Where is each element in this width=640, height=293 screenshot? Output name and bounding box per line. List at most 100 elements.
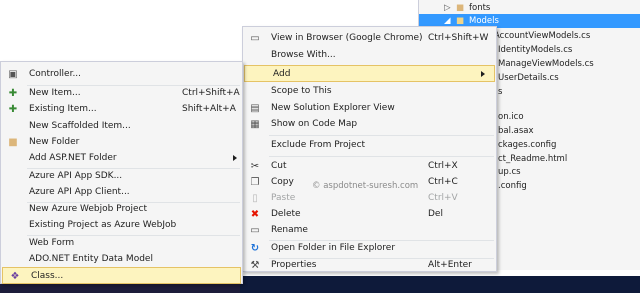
copy-icon: ❐ <box>250 177 260 188</box>
folder-icon: ■ <box>8 137 18 148</box>
menu-item-label: New Folder <box>29 137 80 147</box>
explorer-row-label: up.cs <box>498 167 521 177</box>
menu-item-paste[interactable]: ▯ Paste Ctrl+V <box>243 190 496 207</box>
menu-item-label: Controller... <box>29 69 82 79</box>
menu-separator <box>269 135 494 136</box>
menu-item-label: Existing Project as Azure WebJob <box>29 220 177 230</box>
menu-item-scope-to-this[interactable]: Scope to This <box>243 83 496 100</box>
submenu-item-new-item[interactable]: ✚ New Item... Ctrl+Shift+A <box>1 85 242 102</box>
explorer-row-label: ManageViewModels.cs <box>498 59 594 69</box>
menu-item-add[interactable]: Add <box>244 65 495 82</box>
menu-item-label: Existing Item... <box>29 104 97 114</box>
menu-item-shortcut: Del <box>428 209 443 219</box>
explorer-row-label: UserDetails.cs <box>498 73 559 83</box>
menu-item-label: New Scaffolded Item... <box>29 121 131 131</box>
menu-item-label: Azure API App Client... <box>29 187 130 197</box>
submenu-item-controller[interactable]: ▣ Controller... <box>1 66 242 83</box>
submenu-arrow-icon <box>233 155 237 161</box>
menu-item-open-folder[interactable]: ↻ Open Folder in File Explorer <box>243 240 496 257</box>
explorer-row-label: ct_Readme.html <box>498 154 568 164</box>
submenu-item-existing-project-webjob[interactable]: Existing Project as Azure WebJob <box>1 217 242 234</box>
menu-item-shortcut: Alt+Enter <box>428 260 472 270</box>
menu-item-view-in-browser[interactable]: ▭ View in Browser (Google Chrome) Ctrl+S… <box>243 30 496 47</box>
menu-item-delete[interactable]: ✖ Delete Del <box>243 206 496 223</box>
menu-item-label: Copy <box>271 177 294 187</box>
menu-item-new-solution-explorer-view[interactable]: ▤ New Solution Explorer View <box>243 100 496 117</box>
menu-item-label: ADO.NET Entity Data Model <box>29 254 153 264</box>
submenu-item-class[interactable]: ❖ Class... <box>2 267 241 284</box>
menu-separator <box>269 156 494 157</box>
menu-item-label: Exclude From Project <box>271 140 366 150</box>
menu-item-shortcut: Ctrl+Shift+A <box>182 88 240 98</box>
class-icon: ❖ <box>10 271 20 282</box>
menu-item-exclude-from-project[interactable]: Exclude From Project <box>243 137 496 154</box>
folder-icon: ■ <box>456 3 465 13</box>
menu-item-label: View in Browser (Google Chrome) <box>271 33 423 43</box>
menu-item-label: Add <box>273 69 291 79</box>
menu-item-label: Delete <box>271 209 301 219</box>
submenu-item-existing-item[interactable]: ✚ Existing Item... Shift+Alt+A <box>1 101 242 118</box>
existing-item-icon: ✚ <box>8 104 18 115</box>
menu-item-label: Cut <box>271 161 287 171</box>
menu-item-label: Browse With... <box>271 50 336 60</box>
submenu-item-azure-api-sdk[interactable]: Azure API App SDK... <box>1 168 242 185</box>
menu-item-browse-with[interactable]: Browse With... <box>243 47 496 64</box>
menu-item-label: Web Form <box>29 238 75 248</box>
menu-item-label: Open Folder in File Explorer <box>271 243 396 253</box>
controller-icon: ▣ <box>8 69 18 80</box>
menu-item-shortcut: Ctrl+Shift+W <box>428 33 489 43</box>
menu-item-rename[interactable]: ▭ Rename <box>243 222 496 239</box>
menu-item-shortcut: Shift+Alt+A <box>182 104 236 114</box>
menu-item-label: Azure API App SDK... <box>29 171 123 181</box>
delete-icon: ✖ <box>250 209 260 220</box>
menu-item-label: Class... <box>31 271 64 281</box>
submenu-item-new-folder[interactable]: ■ New Folder <box>1 134 242 151</box>
explorer-row-label: ckages.config <box>498 140 557 150</box>
watermark-text: © aspdotnet-suresh.com <box>312 181 419 191</box>
editor-area <box>0 0 418 8</box>
watermark: © aspdotnet-suresh.com <box>312 181 418 191</box>
menu-item-label: Scope to This <box>271 86 332 96</box>
paste-icon: ▯ <box>252 193 258 204</box>
menu-item-label: Properties <box>271 260 317 270</box>
explorer-row-label: fonts <box>469 3 491 13</box>
open-folder-icon: ↻ <box>250 243 260 254</box>
explorer-row-fonts[interactable]: ▷ ■ fonts <box>419 1 640 15</box>
solution-view-icon: ▤ <box>250 103 260 114</box>
explorer-row-label: AccountViewModels.cs <box>494 31 591 41</box>
submenu-item-ado-net-entity-data-model[interactable]: ADO.NET Entity Data Model <box>1 251 242 268</box>
menu-item-properties[interactable]: ⚒ Properties Alt+Enter <box>243 257 496 274</box>
menu-item-shortcut: Ctrl+X <box>428 161 458 171</box>
rename-icon: ▭ <box>250 225 260 236</box>
submenu-item-azure-api-client[interactable]: Azure API App Client... <box>1 184 242 201</box>
menu-item-shortcut: Ctrl+V <box>428 193 458 203</box>
menu-item-label: Show on Code Map <box>271 119 358 129</box>
add-submenu: ▣ Controller... ✚ New Item... Ctrl+Shift… <box>0 61 243 284</box>
submenu-item-web-form[interactable]: Web Form <box>1 235 242 252</box>
browser-icon: ▭ <box>250 33 260 44</box>
menu-item-cut[interactable]: ✂ Cut Ctrl+X <box>243 158 496 175</box>
explorer-row-label: bal.asax <box>498 126 534 136</box>
menu-item-label: Add ASP.NET Folder <box>29 153 117 163</box>
explorer-row-label: .config <box>498 181 527 191</box>
menu-item-label: Rename <box>271 225 308 235</box>
menu-item-shortcut: Ctrl+C <box>428 177 458 187</box>
expand-arrow-icon[interactable]: ▷ <box>444 1 451 15</box>
explorer-row-label: on.ico <box>498 112 524 122</box>
menu-item-label: New Item... <box>29 88 81 98</box>
wrench-icon: ⚒ <box>250 260 260 271</box>
submenu-item-new-scaffolded-item[interactable]: New Scaffolded Item... <box>1 118 242 135</box>
explorer-row-label: IdentityModels.cs <box>498 45 573 55</box>
menu-item-label: New Azure Webjob Project <box>29 204 147 214</box>
scissors-icon: ✂ <box>250 161 260 172</box>
menu-item-label: Paste <box>271 193 296 203</box>
explorer-row-label: s <box>498 87 503 97</box>
new-item-icon: ✚ <box>8 88 18 99</box>
submenu-item-new-azure-webjob[interactable]: New Azure Webjob Project <box>1 201 242 218</box>
menu-item-label: New Solution Explorer View <box>271 103 395 113</box>
menu-item-show-on-code-map[interactable]: ▦ Show on Code Map <box>243 116 496 133</box>
context-menu: ▭ View in Browser (Google Chrome) Ctrl+S… <box>242 26 497 272</box>
submenu-arrow-icon <box>481 71 485 77</box>
submenu-item-add-aspnet-folder[interactable]: Add ASP.NET Folder <box>1 150 242 167</box>
code-map-icon: ▦ <box>250 119 260 130</box>
